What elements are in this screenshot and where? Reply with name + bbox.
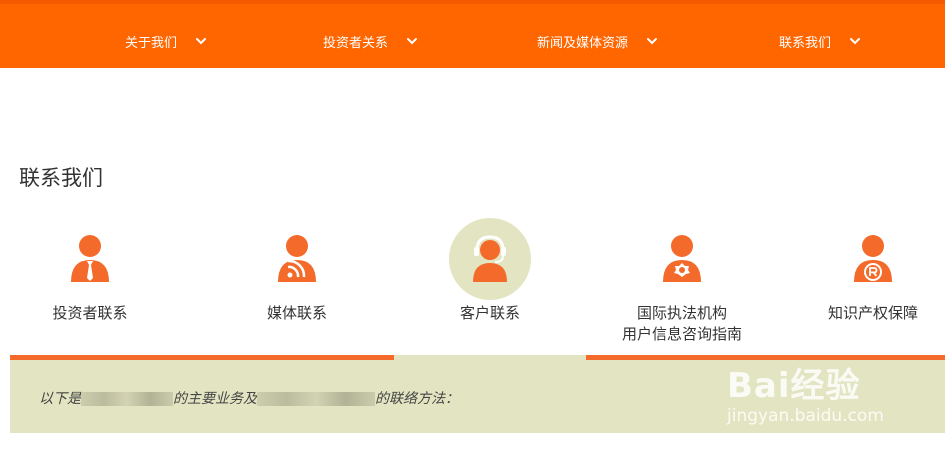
nav-item-label: 投资者关系 <box>323 35 389 51</box>
panel-text: 以下是 的主要业务及 的联络方法： <box>39 388 459 408</box>
tab-media-contact[interactable]: 媒体联系 <box>207 218 387 324</box>
trademark-person-icon <box>832 218 914 300</box>
tab-investor-contact[interactable]: 投资者联系 <box>0 218 180 324</box>
tab-customer-contact[interactable]: 客户联系 <box>400 218 580 324</box>
media-rss-person-icon <box>256 218 338 300</box>
tab-label: 投资者联系 <box>52 304 128 322</box>
tab-label: 知识产权保障 <box>827 304 918 322</box>
police-badge-person-icon <box>641 218 723 300</box>
top-nav: 关于我们 投资者关系 新闻及媒体资源 联系我们 <box>0 0 945 68</box>
redacted-text <box>257 392 375 406</box>
panel-text-part: 以下是 <box>39 391 81 407</box>
nav-item-contact[interactable]: 联系我们 <box>779 30 861 52</box>
chevron-down-icon <box>195 35 207 47</box>
baidu-jingyan-watermark: Bai经验 jingyan.baidu.com <box>727 348 917 433</box>
investor-person-icon <box>49 218 131 300</box>
tab-label: 媒体联系 <box>266 304 327 322</box>
tab-label: 客户联系 <box>459 304 520 322</box>
watermark-logo: Bai经验 <box>727 366 861 406</box>
tab-label-line2: 用户信息咨询指南 <box>621 325 742 343</box>
nav-item-label: 新闻及媒体资源 <box>537 35 629 51</box>
tab-ip-protection[interactable]: 知识产权保障 <box>783 218 945 324</box>
panel-text-part: 的联络方法： <box>375 391 459 407</box>
tab-label: 国际执法机构 <box>636 304 727 322</box>
nav-item-news[interactable]: 新闻及媒体资源 <box>537 30 658 52</box>
page-title: 联系我们 <box>19 166 103 190</box>
chevron-down-icon <box>849 35 861 47</box>
redacted-text <box>81 392 173 406</box>
customer-headset-person-icon <box>449 218 531 300</box>
chevron-down-icon <box>646 35 658 47</box>
nav-item-label: 联系我们 <box>779 35 832 51</box>
nav-item-about[interactable]: 关于我们 <box>125 30 207 52</box>
watermark-url: jingyan.baidu.com <box>727 406 884 426</box>
tab-law-enforcement[interactable]: 国际执法机构 用户信息咨询指南 <box>592 218 772 345</box>
nav-item-investors[interactable]: 投资者关系 <box>323 30 418 52</box>
chevron-down-icon <box>406 35 418 47</box>
nav-item-label: 关于我们 <box>125 35 178 51</box>
panel-text-part: 的主要业务及 <box>173 391 257 407</box>
